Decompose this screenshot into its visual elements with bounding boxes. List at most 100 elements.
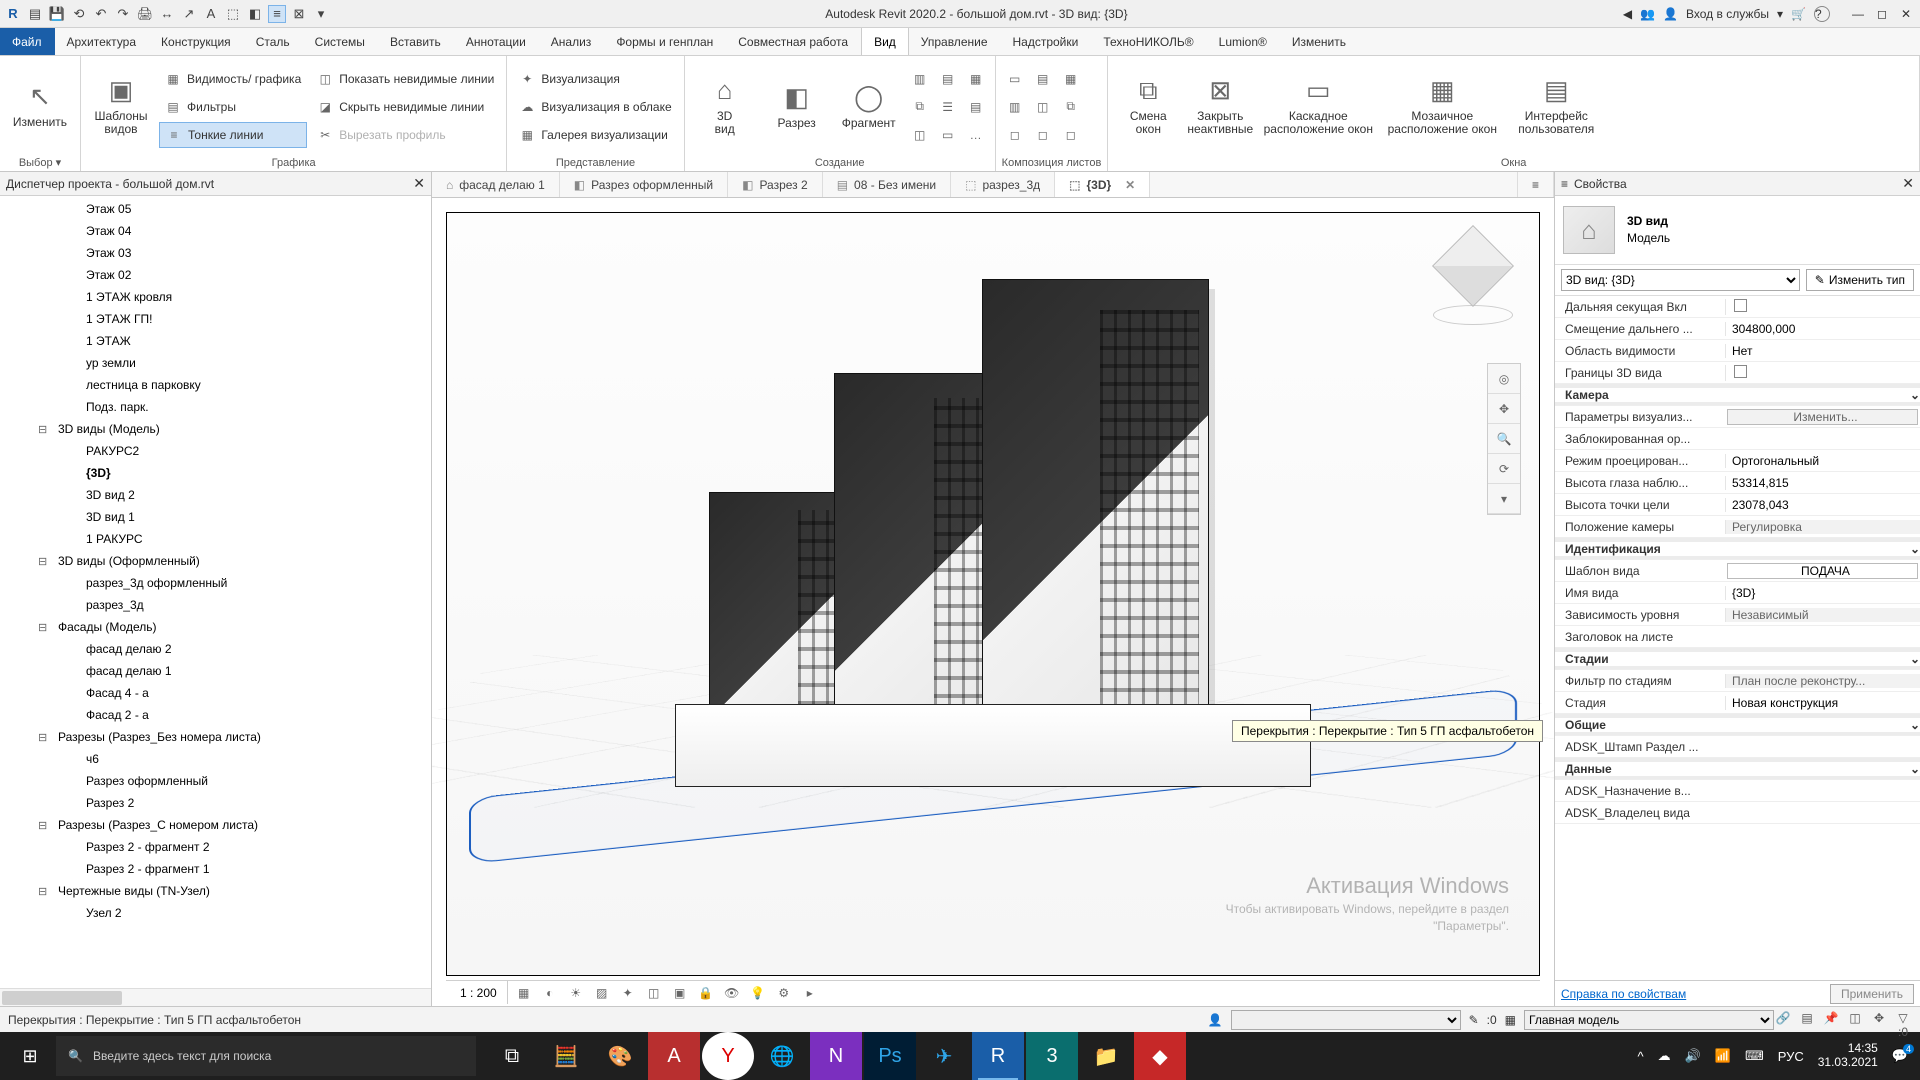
edit-type-button[interactable]: ✎Изменить тип xyxy=(1806,269,1914,291)
hide-hidden-button[interactable]: ◪Скрыть невидимые линии xyxy=(311,94,500,120)
close-icon[interactable]: ✕ xyxy=(413,175,425,192)
nav-wheel-icon[interactable]: ◎ xyxy=(1488,364,1520,394)
lock-3d-icon[interactable]: 🔒 xyxy=(696,983,716,1003)
menu-tab-13[interactable]: ТехноНИКОЛЬ® xyxy=(1091,28,1206,55)
photoshop-icon[interactable]: Ps xyxy=(864,1032,916,1080)
plan-view-icon[interactable]: ▥ xyxy=(907,66,933,92)
workset-icon[interactable]: 👤 xyxy=(1208,1013,1223,1027)
onenote-icon[interactable]: N xyxy=(810,1032,862,1080)
prop-section[interactable]: Стадии⌄ xyxy=(1555,652,1920,666)
detail-level-icon[interactable]: ▦ xyxy=(514,983,534,1003)
prop-section[interactable]: Камера⌄ xyxy=(1555,388,1920,402)
render-button[interactable]: ✦Визуализация xyxy=(513,66,677,92)
scope-icon[interactable]: ◫ xyxy=(907,122,933,148)
tree-node[interactable]: Чертежные виды (TN-Узел) xyxy=(0,880,431,902)
qat-print-icon[interactable]: 🖨 xyxy=(136,5,154,23)
tree-node[interactable]: 1 ЭТАЖ кровля xyxy=(0,286,431,308)
menu-tab-8[interactable]: Формы и генплан xyxy=(604,28,726,55)
tray-volume-icon[interactable]: 🔊 xyxy=(1685,1048,1701,1064)
tree-node[interactable]: РАКУРС2 xyxy=(0,440,431,462)
qat-open-icon[interactable]: ▤ xyxy=(26,5,44,23)
prop-value[interactable]: {3D} xyxy=(1725,586,1920,600)
tree-node[interactable]: 1 ЭТАЖ xyxy=(0,330,431,352)
sheet-match-icon[interactable]: ◫ xyxy=(1030,94,1056,120)
tree-node[interactable]: разрез_3д оформленный xyxy=(0,572,431,594)
prop-value-button[interactable]: ПОДАЧА xyxy=(1727,563,1918,579)
sheet-new-icon[interactable]: ▭ xyxy=(1002,66,1028,92)
nav-zoom-icon[interactable]: 🔍 xyxy=(1488,424,1520,454)
view-tab-overflow[interactable]: ≡ xyxy=(1517,172,1554,197)
menu-tab-14[interactable]: Lumion® xyxy=(1207,28,1280,55)
menu-tab-3[interactable]: Сталь xyxy=(244,28,303,55)
ui-button[interactable]: ▤Интерфейс пользователя xyxy=(1506,65,1606,149)
show-hidden-button[interactable]: ◫Показать невидимые линии xyxy=(311,66,500,92)
menu-tab-11[interactable]: Управление xyxy=(909,28,1001,55)
sheet-title-icon[interactable]: ▤ xyxy=(1030,66,1056,92)
taskbar-clock[interactable]: 14:35 31.03.2021 xyxy=(1818,1042,1878,1070)
worksharing-icon[interactable]: ⚙ xyxy=(774,983,794,1003)
sun-path-icon[interactable]: ☀ xyxy=(566,983,586,1003)
3dsmax-icon[interactable]: 3 xyxy=(1026,1032,1078,1080)
view-tab-2[interactable]: ◧Разрез 2 xyxy=(728,172,823,197)
menu-tab-6[interactable]: Аннотации xyxy=(454,28,539,55)
view-tab-3[interactable]: ▤08 - Без имени xyxy=(823,172,951,197)
checkbox-icon[interactable] xyxy=(1734,299,1747,312)
tree-node[interactable]: Узел 2 xyxy=(0,902,431,924)
ribbon-group-select-label[interactable]: Выбор ▾ xyxy=(6,154,74,169)
menu-tab-9[interactable]: Совместная работа xyxy=(726,28,861,55)
tree-node[interactable]: 3D виды (Оформленный) xyxy=(0,550,431,572)
tree-node[interactable]: разрез_3д xyxy=(0,594,431,616)
canvas[interactable]: ◎ ✥ 🔍 ⟳ ▾ Активация Windows Чтобы активи… xyxy=(432,198,1554,1006)
design-options-icon[interactable]: ▦ xyxy=(1505,1013,1516,1027)
prop-value[interactable]: Новая конструкция xyxy=(1725,696,1920,710)
tray-wifi-icon[interactable]: 📶 xyxy=(1715,1048,1731,1064)
menu-tab-10[interactable]: Вид xyxy=(861,28,909,55)
tree-node[interactable]: 1 ЭТАЖ ГП! xyxy=(0,308,431,330)
qat-measure-icon[interactable]: ↔ xyxy=(158,5,176,23)
prop-value[interactable]: 304800,000 xyxy=(1725,322,1920,336)
close-icon[interactable]: ✕ xyxy=(1902,175,1914,192)
legend-icon[interactable]: ☰ xyxy=(935,94,961,120)
tree-node[interactable]: Разрез 2 - фрагмент 2 xyxy=(0,836,431,858)
prop-value-button[interactable]: Изменить... xyxy=(1727,409,1918,425)
tree-node[interactable]: Разрезы (Разрез_Без номера листа) xyxy=(0,726,431,748)
project-browser-tree[interactable]: Этаж 05Этаж 04Этаж 03Этаж 021 ЭТАЖ кровл… xyxy=(0,196,431,988)
dup-view-icon[interactable]: ⧉ xyxy=(907,94,933,120)
editable-only-icon[interactable]: ✎ xyxy=(1469,1013,1479,1027)
view-templates-button[interactable]: ▣Шаблоны видов xyxy=(87,65,155,149)
view-cube-compass[interactable] xyxy=(1433,305,1513,325)
qat-align-icon[interactable]: ↗ xyxy=(180,5,198,23)
yandex-icon[interactable]: Y xyxy=(702,1032,754,1080)
tray-select-pinned-icon[interactable]: 📌 xyxy=(1822,1011,1840,1029)
modify-button[interactable]: ↖Изменить xyxy=(6,64,74,148)
telegram-icon[interactable]: ✈ xyxy=(918,1032,970,1080)
opera-icon[interactable]: 🌐 xyxy=(756,1032,808,1080)
cloud-render-button[interactable]: ☁Визуализация в облаке xyxy=(513,94,677,120)
view-tab-1[interactable]: ◧Разрез оформленный xyxy=(560,172,728,197)
menu-tab-0[interactable]: Файл xyxy=(0,28,55,55)
login-link[interactable]: Вход в службы xyxy=(1686,7,1769,21)
nav-orbit-icon[interactable]: ⟳ xyxy=(1488,454,1520,484)
cascade-button[interactable]: ▭Каскадное расположение окон xyxy=(1258,65,1378,149)
prop-section[interactable]: Общие⌄ xyxy=(1555,718,1920,732)
sheet-rev-icon[interactable]: ▦ xyxy=(1058,66,1084,92)
left-arrow-icon[interactable]: ◀ xyxy=(1623,7,1632,21)
qat-close-hidden-icon[interactable]: ⊠ xyxy=(290,5,308,23)
shadows-icon[interactable]: ▨ xyxy=(592,983,612,1003)
tree-node[interactable]: ур земли xyxy=(0,352,431,374)
tree-node[interactable]: лестница в парковку xyxy=(0,374,431,396)
menu-tab-15[interactable]: Изменить xyxy=(1280,28,1359,55)
prop-value[interactable]: Нет xyxy=(1725,344,1920,358)
visibility-graphics-button[interactable]: ▦Видимость/ графика xyxy=(159,66,307,92)
sheet-b-icon[interactable]: ◻ xyxy=(1030,122,1056,148)
sheet-views-icon[interactable]: ⧉ xyxy=(1058,94,1084,120)
prop-value[interactable] xyxy=(1725,299,1920,315)
calculator-icon[interactable]: 🧮 xyxy=(540,1032,592,1080)
nav-more-icon[interactable]: ▾ xyxy=(1488,484,1520,514)
view-cube-cube[interactable] xyxy=(1432,225,1514,307)
filters-button[interactable]: ▤Фильтры xyxy=(159,94,307,120)
qat-undo-icon[interactable]: ↶ xyxy=(92,5,110,23)
visual-style-icon[interactable]: ◐ xyxy=(540,983,560,1003)
3d-view-button[interactable]: ⌂3D вид xyxy=(691,65,759,149)
tree-node[interactable]: фасад делаю 1 xyxy=(0,660,431,682)
